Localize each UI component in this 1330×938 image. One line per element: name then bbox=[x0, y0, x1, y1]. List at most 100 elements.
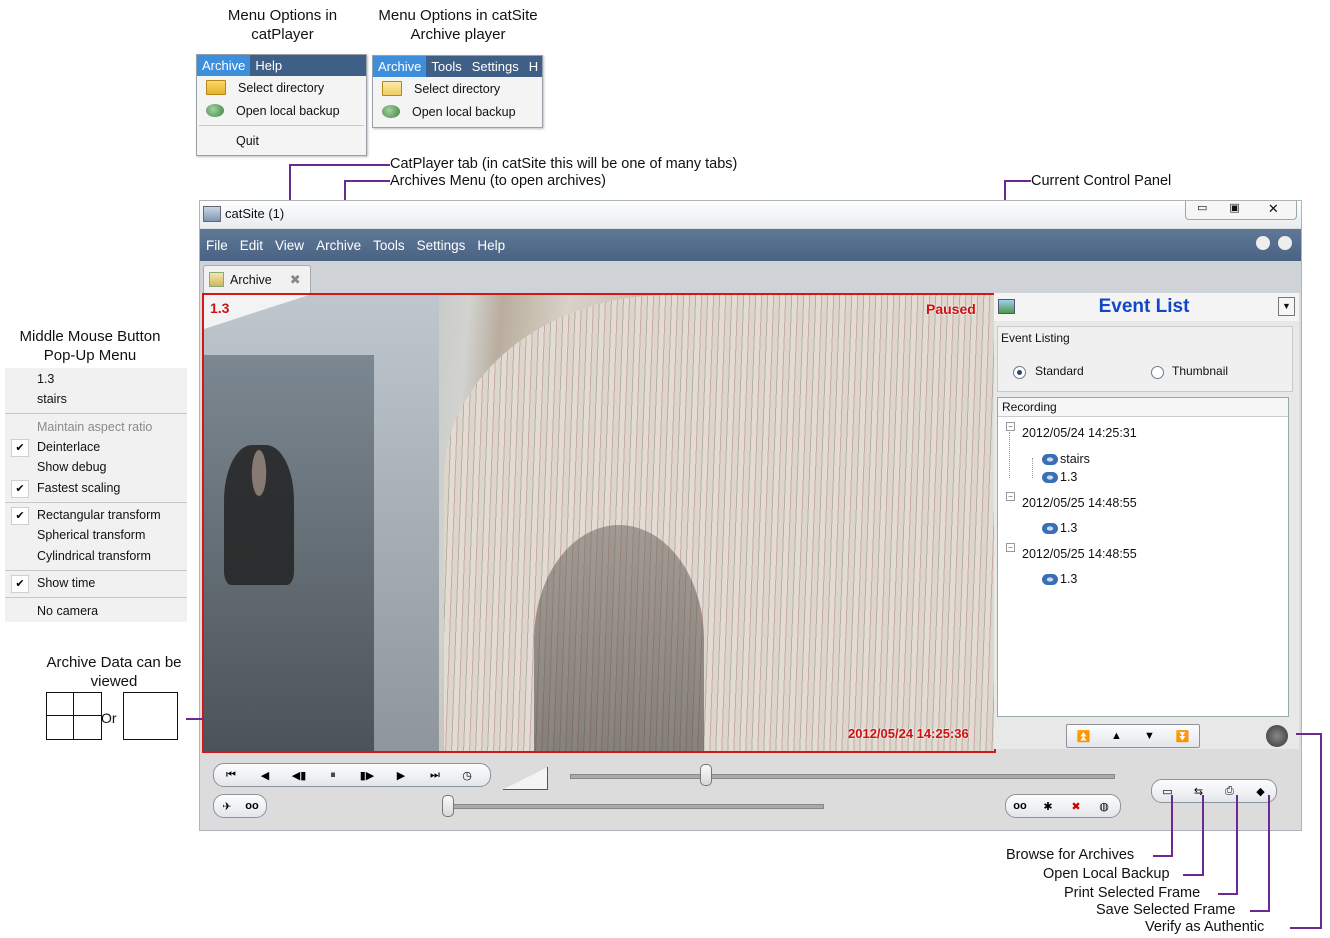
popup-item-maintain-aspect[interactable]: Maintain aspect ratio bbox=[37, 420, 152, 434]
menu-archive[interactable]: Archive bbox=[310, 238, 367, 253]
speed-thumb[interactable] bbox=[442, 795, 454, 817]
info-icon[interactable] bbox=[1278, 236, 1292, 250]
pause-icon[interactable]: ⏸ bbox=[316, 769, 350, 782]
minimize-icon[interactable]: ▭ bbox=[1186, 201, 1218, 219]
close-tab-icon[interactable]: ✖ bbox=[290, 272, 301, 288]
menu-item-open-local-backup[interactable]: Open local backup bbox=[197, 99, 366, 122]
tree-camera-item[interactable]: 1.3 bbox=[1042, 470, 1077, 484]
video-person bbox=[224, 445, 294, 585]
menu-help[interactable]: Help bbox=[471, 238, 511, 253]
standard-radio[interactable] bbox=[1013, 366, 1026, 379]
popup-item-rectangular[interactable]: Rectangular transform bbox=[37, 508, 161, 522]
remove-marker-icon[interactable]: ✖ bbox=[1062, 800, 1090, 813]
caption-menu-catsite: Menu Options in catSite Archive player bbox=[378, 7, 538, 43]
video-shirt bbox=[444, 295, 994, 751]
first-event-icon[interactable]: ⏫ bbox=[1067, 730, 1100, 743]
globe-icon[interactable]: ◍ bbox=[1090, 800, 1118, 813]
menu-edit[interactable]: Edit bbox=[234, 238, 269, 253]
play-forward-icon[interactable]: ▮▶ bbox=[350, 769, 384, 782]
popup-item-show-time[interactable]: Show time bbox=[37, 576, 95, 590]
menu-archive[interactable]: Archive bbox=[373, 56, 427, 77]
speed-slider[interactable] bbox=[448, 804, 824, 809]
volume-icon[interactable] bbox=[1256, 236, 1270, 250]
step-forward-icon[interactable]: ▶ bbox=[384, 769, 418, 782]
previous-event-icon[interactable]: ▲ bbox=[1100, 730, 1133, 742]
popup-item-deinterlace[interactable]: Deinterlace bbox=[37, 440, 100, 454]
go-to-end-icon[interactable]: ⏭ bbox=[418, 769, 452, 782]
collapse-icon[interactable]: − bbox=[1006, 492, 1015, 501]
menu-item-select-directory[interactable]: Select directory bbox=[373, 77, 542, 100]
step-back-icon[interactable]: ◀ bbox=[248, 769, 282, 782]
timeline-slider[interactable] bbox=[570, 774, 1115, 779]
window-title: catSite (1) bbox=[225, 206, 285, 221]
binoculars-icon[interactable]: oo bbox=[1006, 800, 1034, 812]
menu-separator bbox=[5, 413, 187, 414]
popup-item-cylindrical[interactable]: Cylindrical transform bbox=[37, 549, 151, 563]
panel-icon[interactable] bbox=[998, 299, 1015, 314]
tree-camera-item[interactable]: stairs bbox=[1042, 452, 1090, 466]
collapse-icon[interactable]: − bbox=[1006, 543, 1015, 552]
menu-settings[interactable]: Settings bbox=[467, 56, 524, 77]
paused-label: Paused bbox=[926, 301, 976, 317]
add-marker-icon[interactable]: ✱ bbox=[1034, 800, 1062, 813]
annotation-save-frame: Save Selected Frame bbox=[1096, 902, 1236, 918]
leader-line bbox=[289, 164, 390, 166]
popup-item-spherical[interactable]: Spherical transform bbox=[37, 528, 145, 542]
menu-archive[interactable]: Archive bbox=[197, 55, 251, 76]
caption-menu-catplayer: Menu Options in catPlayer bbox=[227, 7, 338, 43]
event-list-title: Event List bbox=[1098, 296, 1190, 317]
last-event-icon[interactable]: ⏬ bbox=[1166, 730, 1199, 743]
menu-item-open-local-backup[interactable]: Open local backup bbox=[373, 100, 542, 123]
play-reverse-icon[interactable]: ◀▮ bbox=[282, 769, 316, 782]
video-view[interactable]: 1.3 Paused 2012/05/24 14:25:36 bbox=[202, 293, 996, 753]
open-local-backup-icon[interactable]: ⇆ bbox=[1183, 785, 1214, 798]
menu-item-quit[interactable]: Quit bbox=[197, 129, 366, 152]
save-frame-icon[interactable]: ◆ bbox=[1245, 785, 1276, 798]
recording-date[interactable]: 2012/05/25 14:48:55 bbox=[1022, 547, 1137, 561]
close-icon[interactable]: ✕ bbox=[1251, 201, 1296, 219]
menu-help[interactable]: Help bbox=[250, 55, 287, 76]
caption-archive-view: Archive Data can be viewed bbox=[46, 654, 182, 690]
clock-icon[interactable]: ◷ bbox=[452, 769, 482, 782]
tab-strip: Archive ✖ bbox=[200, 261, 1301, 293]
popup-item-no-camera[interactable]: No camera bbox=[37, 604, 98, 618]
check-icon: ✔ bbox=[11, 480, 29, 498]
recording-tree[interactable]: Recording − 2012/05/24 14:25:31 stairs 1… bbox=[997, 397, 1289, 717]
grid-line bbox=[47, 715, 101, 716]
popup-item-camera[interactable]: 1.3 bbox=[37, 372, 54, 386]
recording-date[interactable]: 2012/05/25 14:48:55 bbox=[1022, 496, 1137, 510]
timeline-thumb[interactable] bbox=[700, 764, 712, 786]
print-frame-icon[interactable]: ⎙ bbox=[1214, 785, 1245, 798]
go-to-start-icon[interactable]: ⏮ bbox=[214, 769, 248, 782]
menu-settings[interactable]: Settings bbox=[411, 238, 472, 253]
menu-help[interactable]: H bbox=[524, 56, 543, 77]
tree-camera-item[interactable]: 1.3 bbox=[1042, 521, 1077, 535]
browse-archives-icon[interactable]: ▭ bbox=[1152, 785, 1183, 798]
leader-line bbox=[186, 718, 204, 720]
tree-nav-buttons: ⏫ ▲ ▼ ⏬ bbox=[1066, 724, 1200, 748]
popup-item-show-debug[interactable]: Show debug bbox=[37, 460, 107, 474]
collapse-icon[interactable]: − bbox=[1006, 422, 1015, 431]
recording-date[interactable]: 2012/05/24 14:25:31 bbox=[1022, 426, 1137, 440]
menu-tools[interactable]: Tools bbox=[367, 238, 411, 253]
menu-file[interactable]: File bbox=[200, 238, 234, 253]
menu-tools[interactable]: Tools bbox=[426, 56, 466, 77]
menu-view[interactable]: View bbox=[269, 238, 310, 253]
maximize-icon[interactable]: ▣ bbox=[1218, 201, 1250, 219]
menu-item-select-directory[interactable]: Select directory bbox=[197, 76, 366, 99]
popup-item-stairs[interactable]: stairs bbox=[37, 392, 67, 406]
camera-icon bbox=[1042, 472, 1058, 484]
camera-label: 1.3 bbox=[210, 300, 230, 316]
leader-line bbox=[1218, 893, 1237, 895]
verify-authentic-icon[interactable] bbox=[1266, 725, 1288, 747]
binoculars-icon[interactable]: oo bbox=[240, 800, 264, 812]
thumbnail-radio[interactable] bbox=[1151, 366, 1164, 379]
pin-icon[interactable]: ✈ bbox=[214, 800, 240, 813]
leader-line bbox=[1183, 874, 1203, 876]
camera-icon bbox=[1042, 523, 1058, 535]
panel-dropdown-icon[interactable]: ▼ bbox=[1278, 297, 1295, 316]
tab-archive[interactable]: Archive ✖ bbox=[203, 265, 311, 293]
tree-camera-item[interactable]: 1.3 bbox=[1042, 572, 1077, 586]
next-event-icon[interactable]: ▼ bbox=[1133, 730, 1166, 742]
popup-item-fastest-scaling[interactable]: Fastest scaling bbox=[37, 481, 120, 495]
